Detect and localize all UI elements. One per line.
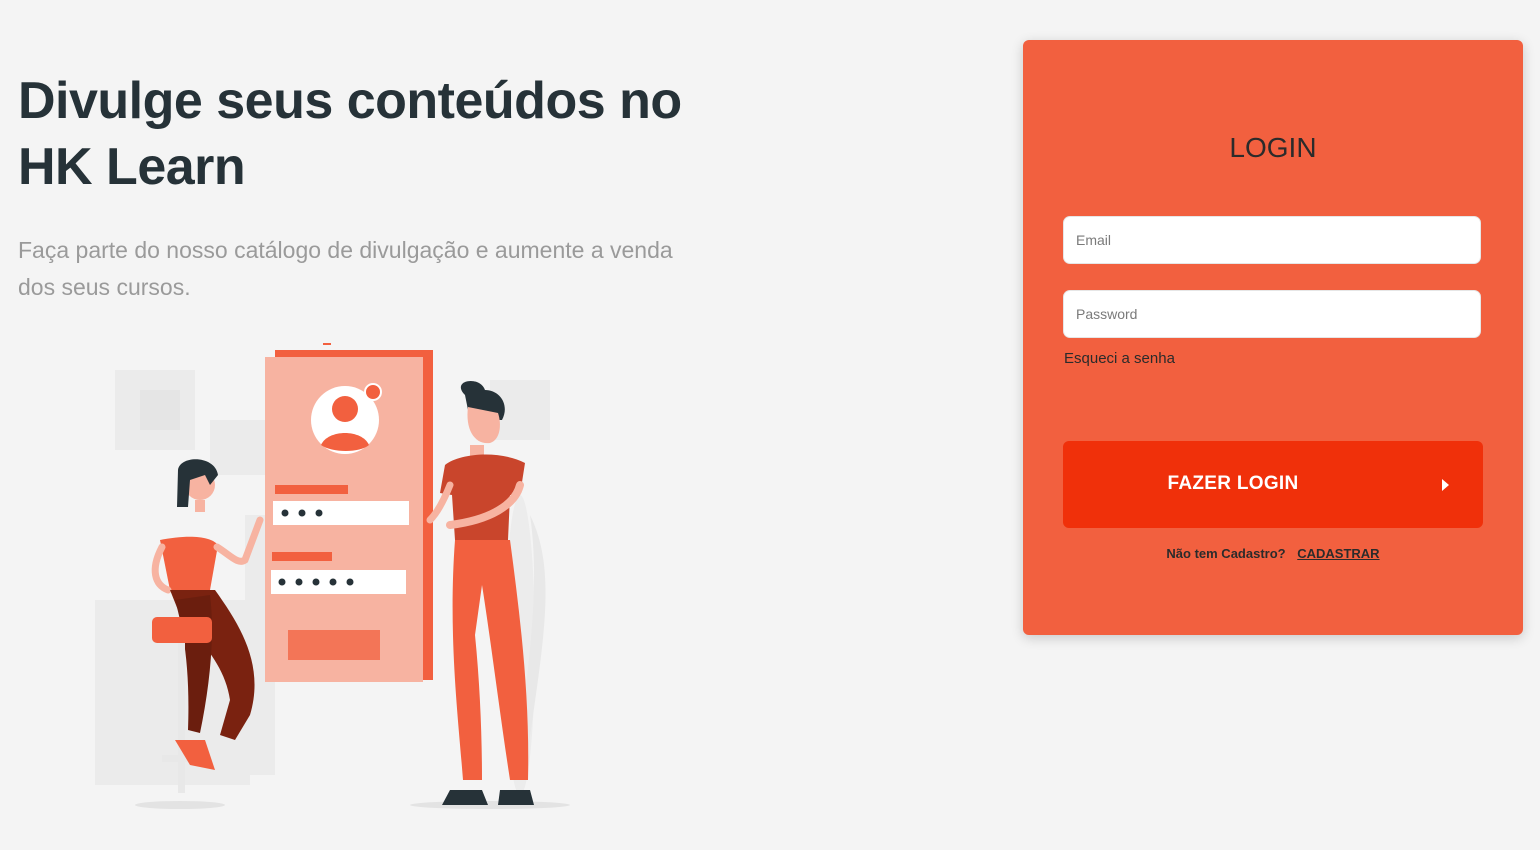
caret-right-icon	[1442, 479, 1449, 491]
no-account-text: Não tem Cadastro?	[1166, 546, 1286, 561]
hero-subtitle: Faça parte do nosso catálogo de divulgaç…	[18, 237, 673, 300]
signup-link[interactable]: CADASTRAR	[1297, 546, 1379, 561]
login-card: LOGIN Esqueci a senha FAZER LOGIN Não te…	[1023, 40, 1523, 635]
login-illustration-icon	[95, 343, 570, 809]
hero-title-line2: HK Learn	[18, 138, 246, 196]
hero-title: Divulge seus conteúdos no HK Learn	[18, 68, 698, 200]
login-button[interactable]: FAZER LOGIN	[1063, 441, 1483, 528]
page: Divulge seus conteúdos no HK Learn Faça …	[0, 0, 1540, 850]
password-input[interactable]	[1063, 290, 1481, 338]
email-input[interactable]	[1063, 216, 1481, 264]
forgot-password-link[interactable]: Esqueci a senha	[1064, 350, 1175, 367]
hero-section: Divulge seus conteúdos no HK Learn Faça …	[18, 68, 698, 306]
login-title: LOGIN	[1229, 132, 1317, 163]
hero-title-line1: Divulge seus conteúdos no	[18, 72, 682, 130]
login-button-label: FAZER LOGIN	[1167, 473, 1299, 494]
signup-row: Não tem Cadastro? CADASTRAR	[1023, 546, 1523, 561]
